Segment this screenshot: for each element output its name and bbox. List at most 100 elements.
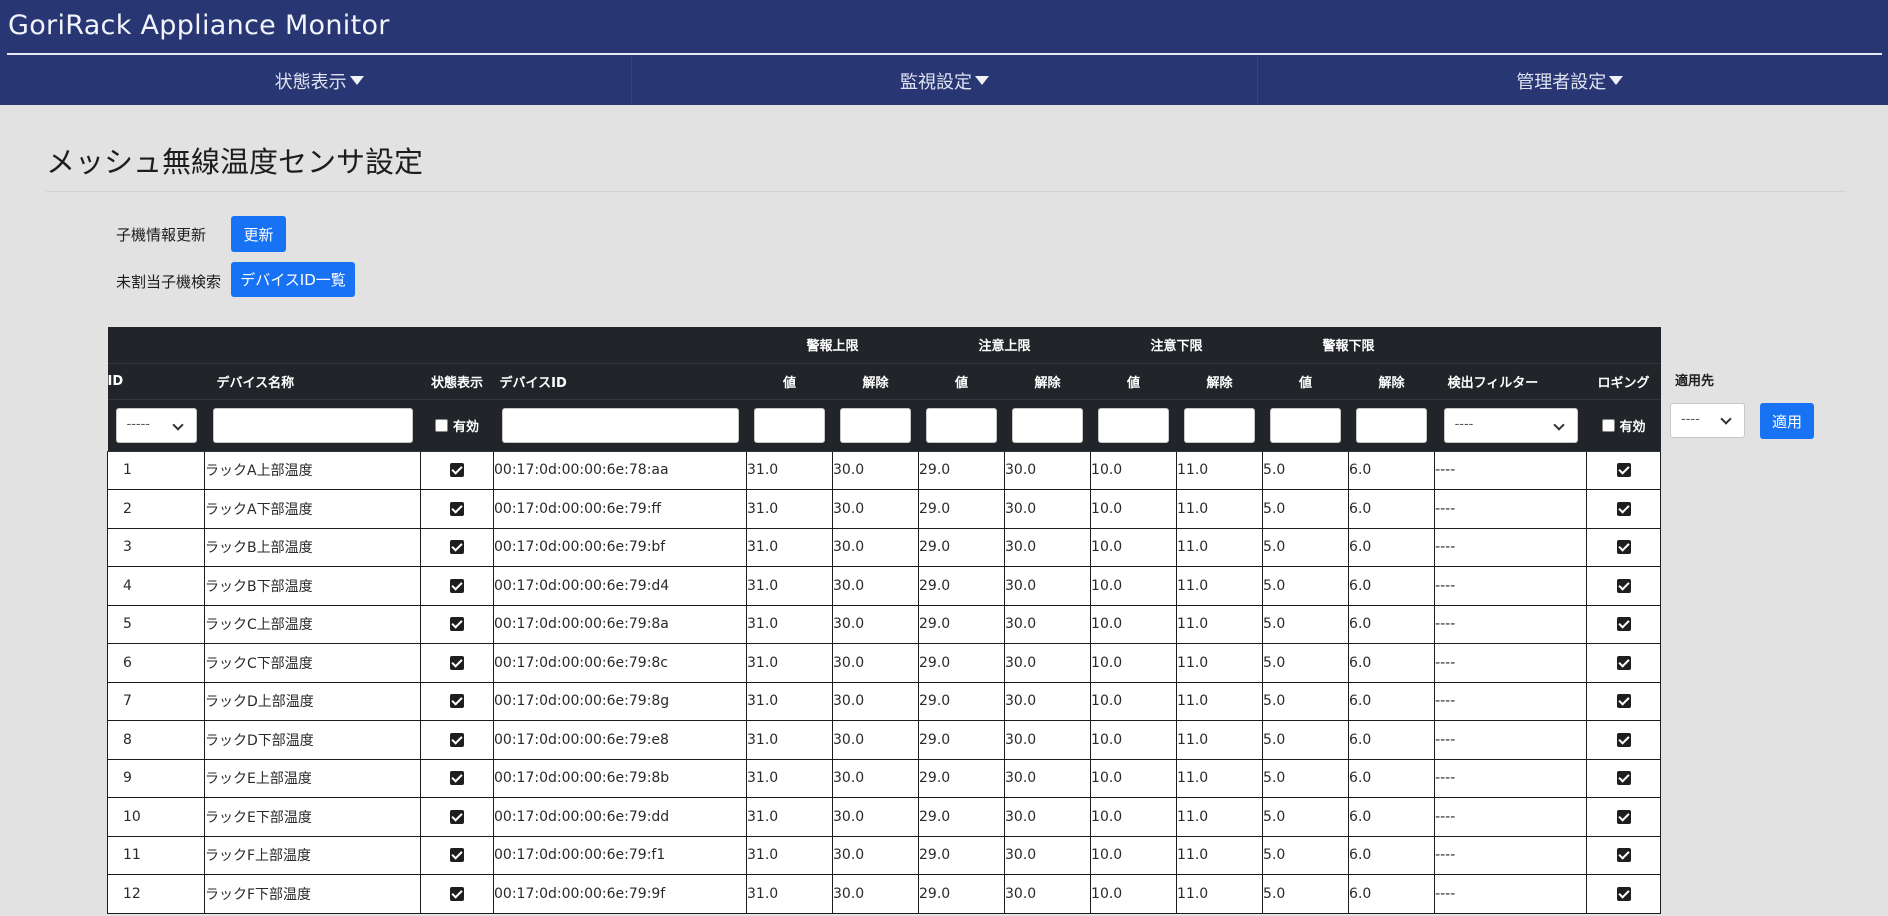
logging-checkbox[interactable] — [1616, 578, 1631, 593]
cell-device-name: ラックB下部温度 — [204, 566, 421, 606]
refresh-button[interactable]: 更新 — [231, 216, 286, 252]
cell-alarm-upper-value: 31.0 — [746, 758, 833, 798]
status-enabled-filter[interactable]: 有効 — [421, 416, 494, 435]
cell-logging — [1586, 874, 1662, 914]
detection-filter-select[interactable]: ---- — [1443, 407, 1578, 443]
table-row[interactable]: 2 ラックA下部温度 00:17:0d:00:00:6e:79:ff 31.0 30.0… — [107, 489, 1662, 529]
caution-lower-release-filter[interactable] — [1184, 407, 1256, 443]
cell-caution-upper-release: 30.0 — [1004, 681, 1092, 721]
status-checkbox[interactable] — [450, 501, 464, 516]
table-row[interactable]: 12 ラックF下部温度 00:17:0d:00:00:6e:79:9f 31.0 30.… — [107, 874, 1662, 914]
alarm-lower-value-filter[interactable] — [1270, 407, 1342, 443]
cell-filter: ---- — [1434, 450, 1588, 490]
cell-caution-lower-value: 10.0 — [1090, 450, 1178, 490]
cell-filter: ---- — [1434, 643, 1588, 683]
table-row[interactable]: 10 ラックE下部温度 00:17:0d:00:00:6e:79:dd 31.0 30.… — [107, 797, 1662, 837]
logging-enabled-filter[interactable]: 有効 — [1587, 416, 1661, 435]
status-checkbox[interactable] — [450, 732, 464, 747]
table-row[interactable]: 8 ラックD下部温度 00:17:0d:00:00:6e:79:e8 31.0 30.0… — [107, 720, 1662, 760]
refresh-label: 子機情報更新 — [116, 226, 207, 244]
cell-id: 12 — [107, 874, 205, 914]
table-row[interactable]: 7 ラックD上部温度 00:17:0d:00:00:6e:79:8g 31.0 30.0… — [107, 681, 1662, 721]
caution-lower-value-filter[interactable] — [1098, 407, 1170, 443]
logging-checkbox[interactable] — [1616, 809, 1631, 824]
alarm-lower-release-filter[interactable] — [1356, 407, 1428, 443]
nav-item-admin[interactable]: 管理者設定 — [1258, 56, 1882, 105]
apply-button[interactable]: 適用 — [1760, 403, 1814, 439]
device-name-filter-input[interactable] — [212, 407, 413, 443]
cell-caution-lower-release: 11.0 — [1176, 681, 1264, 721]
alarm-upper-release-filter[interactable] — [840, 407, 911, 443]
cell-device-id: 00:17:0d:00:00:6e:78:aa — [493, 450, 747, 490]
cell-status — [420, 450, 494, 490]
cell-filter: ---- — [1434, 835, 1588, 875]
logging-checkbox[interactable] — [1616, 655, 1631, 670]
cell-caution-lower-release: 11.0 — [1176, 450, 1264, 490]
device-id-list-button[interactable]: デバイスID一覧 — [231, 262, 355, 297]
table-row[interactable]: 6 ラックC下部温度 00:17:0d:00:00:6e:79:8c 31.0 30.0… — [107, 643, 1662, 683]
status-checkbox[interactable] — [450, 540, 464, 555]
cell-id: 1 — [107, 450, 205, 490]
chevron-down-icon — [171, 418, 184, 431]
status-checkbox[interactable] — [450, 694, 464, 709]
table-row[interactable]: 3 ラックB上部温度 00:17:0d:00:00:6e:79:bf 31.0 30.0… — [107, 527, 1662, 567]
cell-caution-lower-value: 10.0 — [1090, 489, 1178, 529]
status-checkbox[interactable] — [450, 617, 464, 632]
cell-status — [420, 758, 494, 798]
logging-enabled-checkbox[interactable] — [1601, 418, 1615, 432]
cell-caution-upper-value: 29.0 — [918, 874, 1006, 914]
apply-target-select[interactable]: ---- — [1670, 403, 1745, 438]
cell-alarm-lower-release: 6.0 — [1348, 797, 1436, 837]
logging-checkbox[interactable] — [1616, 617, 1631, 632]
logging-checkbox[interactable] — [1616, 771, 1631, 786]
status-checkbox[interactable] — [450, 809, 464, 824]
table-row[interactable]: 1 ラックA上部温度 00:17:0d:00:00:6e:78:aa 31.0 30.0… — [107, 450, 1662, 490]
cell-alarm-lower-release: 6.0 — [1348, 720, 1436, 760]
cell-caution-lower-value: 10.0 — [1090, 643, 1178, 683]
alarm-upper-value-filter[interactable] — [754, 407, 825, 443]
id-filter-select[interactable]: ----- — [115, 407, 197, 443]
table-row[interactable]: 5 ラックC上部温度 00:17:0d:00:00:6e:79:8a 31.0 30.0… — [107, 604, 1662, 644]
col-alarm-upper-value: 値 — [746, 363, 833, 400]
cell-caution-upper-release: 30.0 — [1004, 643, 1092, 683]
status-checkbox[interactable] — [450, 848, 464, 863]
cell-alarm-upper-value: 31.0 — [746, 835, 833, 875]
cell-caution-upper-release: 30.0 — [1004, 450, 1092, 490]
logging-checkbox[interactable] — [1616, 540, 1631, 555]
cell-filter: ---- — [1434, 797, 1588, 837]
app-title: GoriRack Appliance Monitor — [8, 10, 390, 41]
cell-id: 5 — [107, 604, 205, 644]
cell-alarm-lower-release: 6.0 — [1348, 874, 1436, 914]
group-alarm-lower: 警報下限 — [1262, 327, 1435, 364]
cell-device-name: ラックA上部温度 — [204, 450, 421, 490]
table-row[interactable]: 4 ラックB下部温度 00:17:0d:00:00:6e:79:d4 31.0 30.0… — [107, 566, 1662, 606]
status-checkbox[interactable] — [450, 463, 464, 478]
logging-checkbox[interactable] — [1616, 848, 1631, 863]
table-row[interactable]: 11 ラックF上部温度 00:17:0d:00:00:6e:79:f1 31.0 30.… — [107, 835, 1662, 875]
status-checkbox[interactable] — [450, 771, 464, 786]
logging-checkbox[interactable] — [1616, 886, 1631, 901]
status-checkbox[interactable] — [450, 578, 464, 593]
cell-caution-lower-value: 10.0 — [1090, 758, 1178, 798]
nav-item-status[interactable]: 状態表示 — [7, 56, 633, 105]
cell-alarm-upper-release: 30.0 — [831, 874, 920, 914]
logging-checkbox[interactable] — [1616, 501, 1631, 516]
logging-checkbox[interactable] — [1616, 463, 1631, 478]
cell-caution-lower-release: 11.0 — [1176, 758, 1264, 798]
status-checkbox[interactable] — [450, 886, 464, 901]
status-checkbox[interactable] — [450, 655, 464, 670]
cell-caution-upper-release: 30.0 — [1004, 874, 1092, 914]
cell-filter: ---- — [1434, 604, 1588, 644]
caution-upper-release-filter[interactable] — [1012, 407, 1084, 443]
cell-id: 7 — [107, 681, 205, 721]
cell-alarm-lower-release: 6.0 — [1348, 681, 1436, 721]
logging-checkbox[interactable] — [1616, 694, 1631, 709]
status-enabled-checkbox[interactable] — [434, 418, 448, 432]
table-row[interactable]: 9 ラックE上部温度 00:17:0d:00:00:6e:79:8b 31.0 30.0… — [107, 758, 1662, 798]
chevron-down-icon — [1720, 413, 1732, 425]
device-id-filter-input[interactable] — [501, 407, 739, 443]
nav-item-monitoring[interactable]: 監視設定 — [632, 56, 1258, 105]
logging-checkbox[interactable] — [1616, 732, 1631, 747]
cell-device-id: 00:17:0d:00:00:6e:79:8c — [493, 643, 747, 683]
caution-upper-value-filter[interactable] — [926, 407, 998, 443]
